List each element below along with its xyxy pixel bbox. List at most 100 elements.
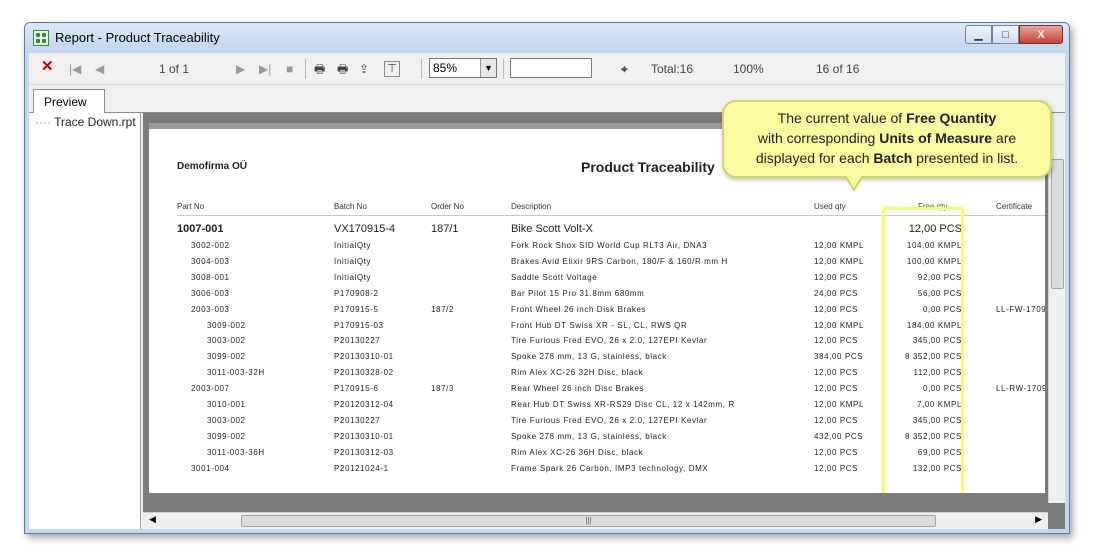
cell-used: 12,00 PCS (814, 384, 859, 394)
next-page-icon[interactable]: ▶ (236, 61, 245, 77)
cell-part: 3011-003-32H (207, 368, 265, 378)
col-header-order: Order No (431, 202, 464, 211)
cell-used: 12,00 KMPL (814, 400, 865, 409)
window-title: Report - Product Traceability (55, 30, 220, 45)
cell-used: 12,00 KMPL (814, 241, 865, 250)
scroll-left-icon[interactable]: ◀ (149, 514, 156, 525)
app-icon (33, 30, 49, 46)
cell-description: Rim Alex XC-26 32H Disc, black (511, 368, 644, 378)
vertical-scrollbar[interactable] (1048, 113, 1065, 503)
close-window-button[interactable]: X (1019, 25, 1063, 44)
records-label: 16 of 16 (816, 62, 860, 76)
cell-batch: P170915-03 (334, 320, 384, 330)
cell-part: 3010-001 (207, 400, 246, 409)
cell-part: 3003-002 (207, 415, 246, 425)
cell-part: 3006-003 (191, 288, 230, 298)
cell-order: 187/3 (431, 384, 455, 394)
export-icon[interactable]: ⇪ (359, 61, 369, 77)
report-page: Demofirma OÜ Product Traceability Part N… (149, 123, 1045, 493)
cell-part: 3009-002 (207, 320, 246, 330)
cell-used: 12,00 PCS (814, 463, 859, 473)
zoom-select[interactable]: 85% ▼ (429, 58, 497, 78)
cell-used: 12,00 PCS (814, 368, 859, 378)
cell-used: 24,00 PCS (814, 288, 859, 298)
cell-part: 3011-003-36H (207, 447, 265, 457)
cell-description: Tire Furious Fred EVO, 26 x 2.0, 127EPI … (511, 336, 708, 346)
cell-batch: InitialQty (334, 241, 372, 250)
cell-used: 12,00 PCS (814, 304, 859, 314)
percent-label: 100% (733, 62, 764, 76)
zoom-value: 85% (433, 61, 458, 75)
cell-batch: P20130328-02 (334, 368, 394, 378)
title-bar[interactable]: Report - Product Traceability ▁ □ X (25, 23, 1069, 53)
group-tree-icon[interactable]: ⊤ (384, 61, 400, 77)
cell-used: 12,00 PCS (814, 415, 859, 425)
first-page-icon[interactable]: |◀ (69, 61, 81, 77)
minimize-button[interactable]: ▁ (965, 25, 992, 44)
printer-setup-icon[interactable]: 🖶 (337, 61, 348, 77)
cell-batch: P20121024-1 (334, 463, 389, 473)
cell-part: 3002-002 (191, 241, 230, 250)
last-page-icon[interactable]: ▶| (259, 61, 271, 77)
cell-used: 384,00 PCS (814, 352, 864, 362)
cell-description: Front Hub DT Swiss XR - SL, CL, RWS QR (511, 320, 688, 330)
cell-batch: P20130310-01 (334, 352, 394, 362)
col-header-batch: Batch No (334, 202, 367, 211)
page-indicator: 1 of 1 (159, 62, 190, 76)
cell-batch: P20130310-01 (334, 431, 394, 441)
cell-batch: InitialQty (334, 256, 372, 266)
cell-batch: P20120312-04 (334, 400, 394, 409)
report-title: Product Traceability (581, 159, 715, 175)
cell-part: 3099-002 (207, 352, 246, 362)
cell-part: 2003-007 (191, 384, 230, 394)
search-input[interactable] (510, 58, 592, 78)
cell-certificate: LL-FW-1709 (996, 304, 1045, 314)
group-tree: ···· Trace Down.rpt (29, 113, 141, 529)
cell-batch: InitialQty (334, 272, 372, 282)
maximize-button[interactable]: □ (992, 25, 1019, 44)
cell-certificate: LL-RW-1709 (996, 384, 1045, 394)
cell-used: 12,00 PCS (814, 336, 859, 346)
stop-icon[interactable]: ■ (286, 61, 293, 77)
col-header-part: Part No (177, 202, 205, 211)
callout-note: The current value of Free Quantity with … (722, 100, 1052, 178)
cell-batch: P20130227 (334, 336, 381, 346)
cell-description: Rear Hub DT Swiss XR-RS29 Disc CL, 12 x … (511, 400, 735, 409)
tree-item-label: Trace Down.rpt (54, 115, 136, 129)
tab-preview[interactable]: Preview (33, 89, 105, 114)
cell-part: 3004-003 (191, 256, 230, 266)
chevron-down-icon[interactable]: ▼ (480, 59, 496, 77)
company-name: Demofirma OÜ (177, 161, 248, 172)
close-icon[interactable]: ✕ (41, 59, 54, 75)
cell-batch: P20130312-03 (334, 447, 394, 457)
tree-item-trace-down[interactable]: ···· Trace Down.rpt (35, 115, 136, 129)
binoculars-icon[interactable]: ⌖ (621, 61, 628, 77)
cell-batch: VX170915-4 (334, 223, 396, 235)
cell-used: 12,00 KMPL (814, 256, 865, 266)
cell-order: 187/2 (431, 304, 455, 314)
vertical-scroll-thumb[interactable] (1051, 159, 1064, 289)
cell-part: 2003-003 (191, 304, 230, 314)
window-controls: ▁ □ X (965, 25, 1063, 44)
cell-part: 1007-001 (177, 223, 224, 235)
cell-description: Spoke 278 mm, 13 G, stainless, black (511, 431, 667, 441)
cell-order: 187/1 (431, 223, 459, 235)
cell-description: Bike Scott Volt-X (511, 223, 593, 235)
scroll-right-icon[interactable]: ▶ (1035, 514, 1042, 525)
cell-used: 12,00 PCS (814, 447, 859, 457)
toolbar: ✕ |◀ ◀ 1 of 1 ▶ ▶| ■ 🖶 🖶 ⇪ ⊤ 85% ▼ ⌖ Tot… (29, 53, 1065, 85)
print-icon[interactable]: 🖶 (314, 61, 325, 77)
cell-description: Fork Rock Shox SID World Cup RLT3 Air, D… (511, 241, 708, 250)
cell-description: Rear Wheel 26 inch Disc Brakes (511, 384, 645, 394)
callout-tail-fill (846, 175, 862, 188)
horizontal-scroll-thumb[interactable]: ||| (241, 515, 936, 527)
cell-description: Saddle Scott Voltage (511, 272, 598, 282)
prev-page-icon[interactable]: ◀ (95, 61, 104, 77)
horizontal-scrollbar[interactable]: ◀ ||| ▶ (143, 512, 1048, 529)
free-qty-highlight (882, 207, 964, 493)
cell-used: 12,00 PCS (814, 272, 859, 282)
cell-used: 12,00 KMPL (814, 320, 865, 330)
cell-part: 3003-002 (207, 336, 246, 346)
cell-used: 432,00 PCS (814, 431, 864, 441)
cell-batch: P170915-5 (334, 304, 379, 314)
